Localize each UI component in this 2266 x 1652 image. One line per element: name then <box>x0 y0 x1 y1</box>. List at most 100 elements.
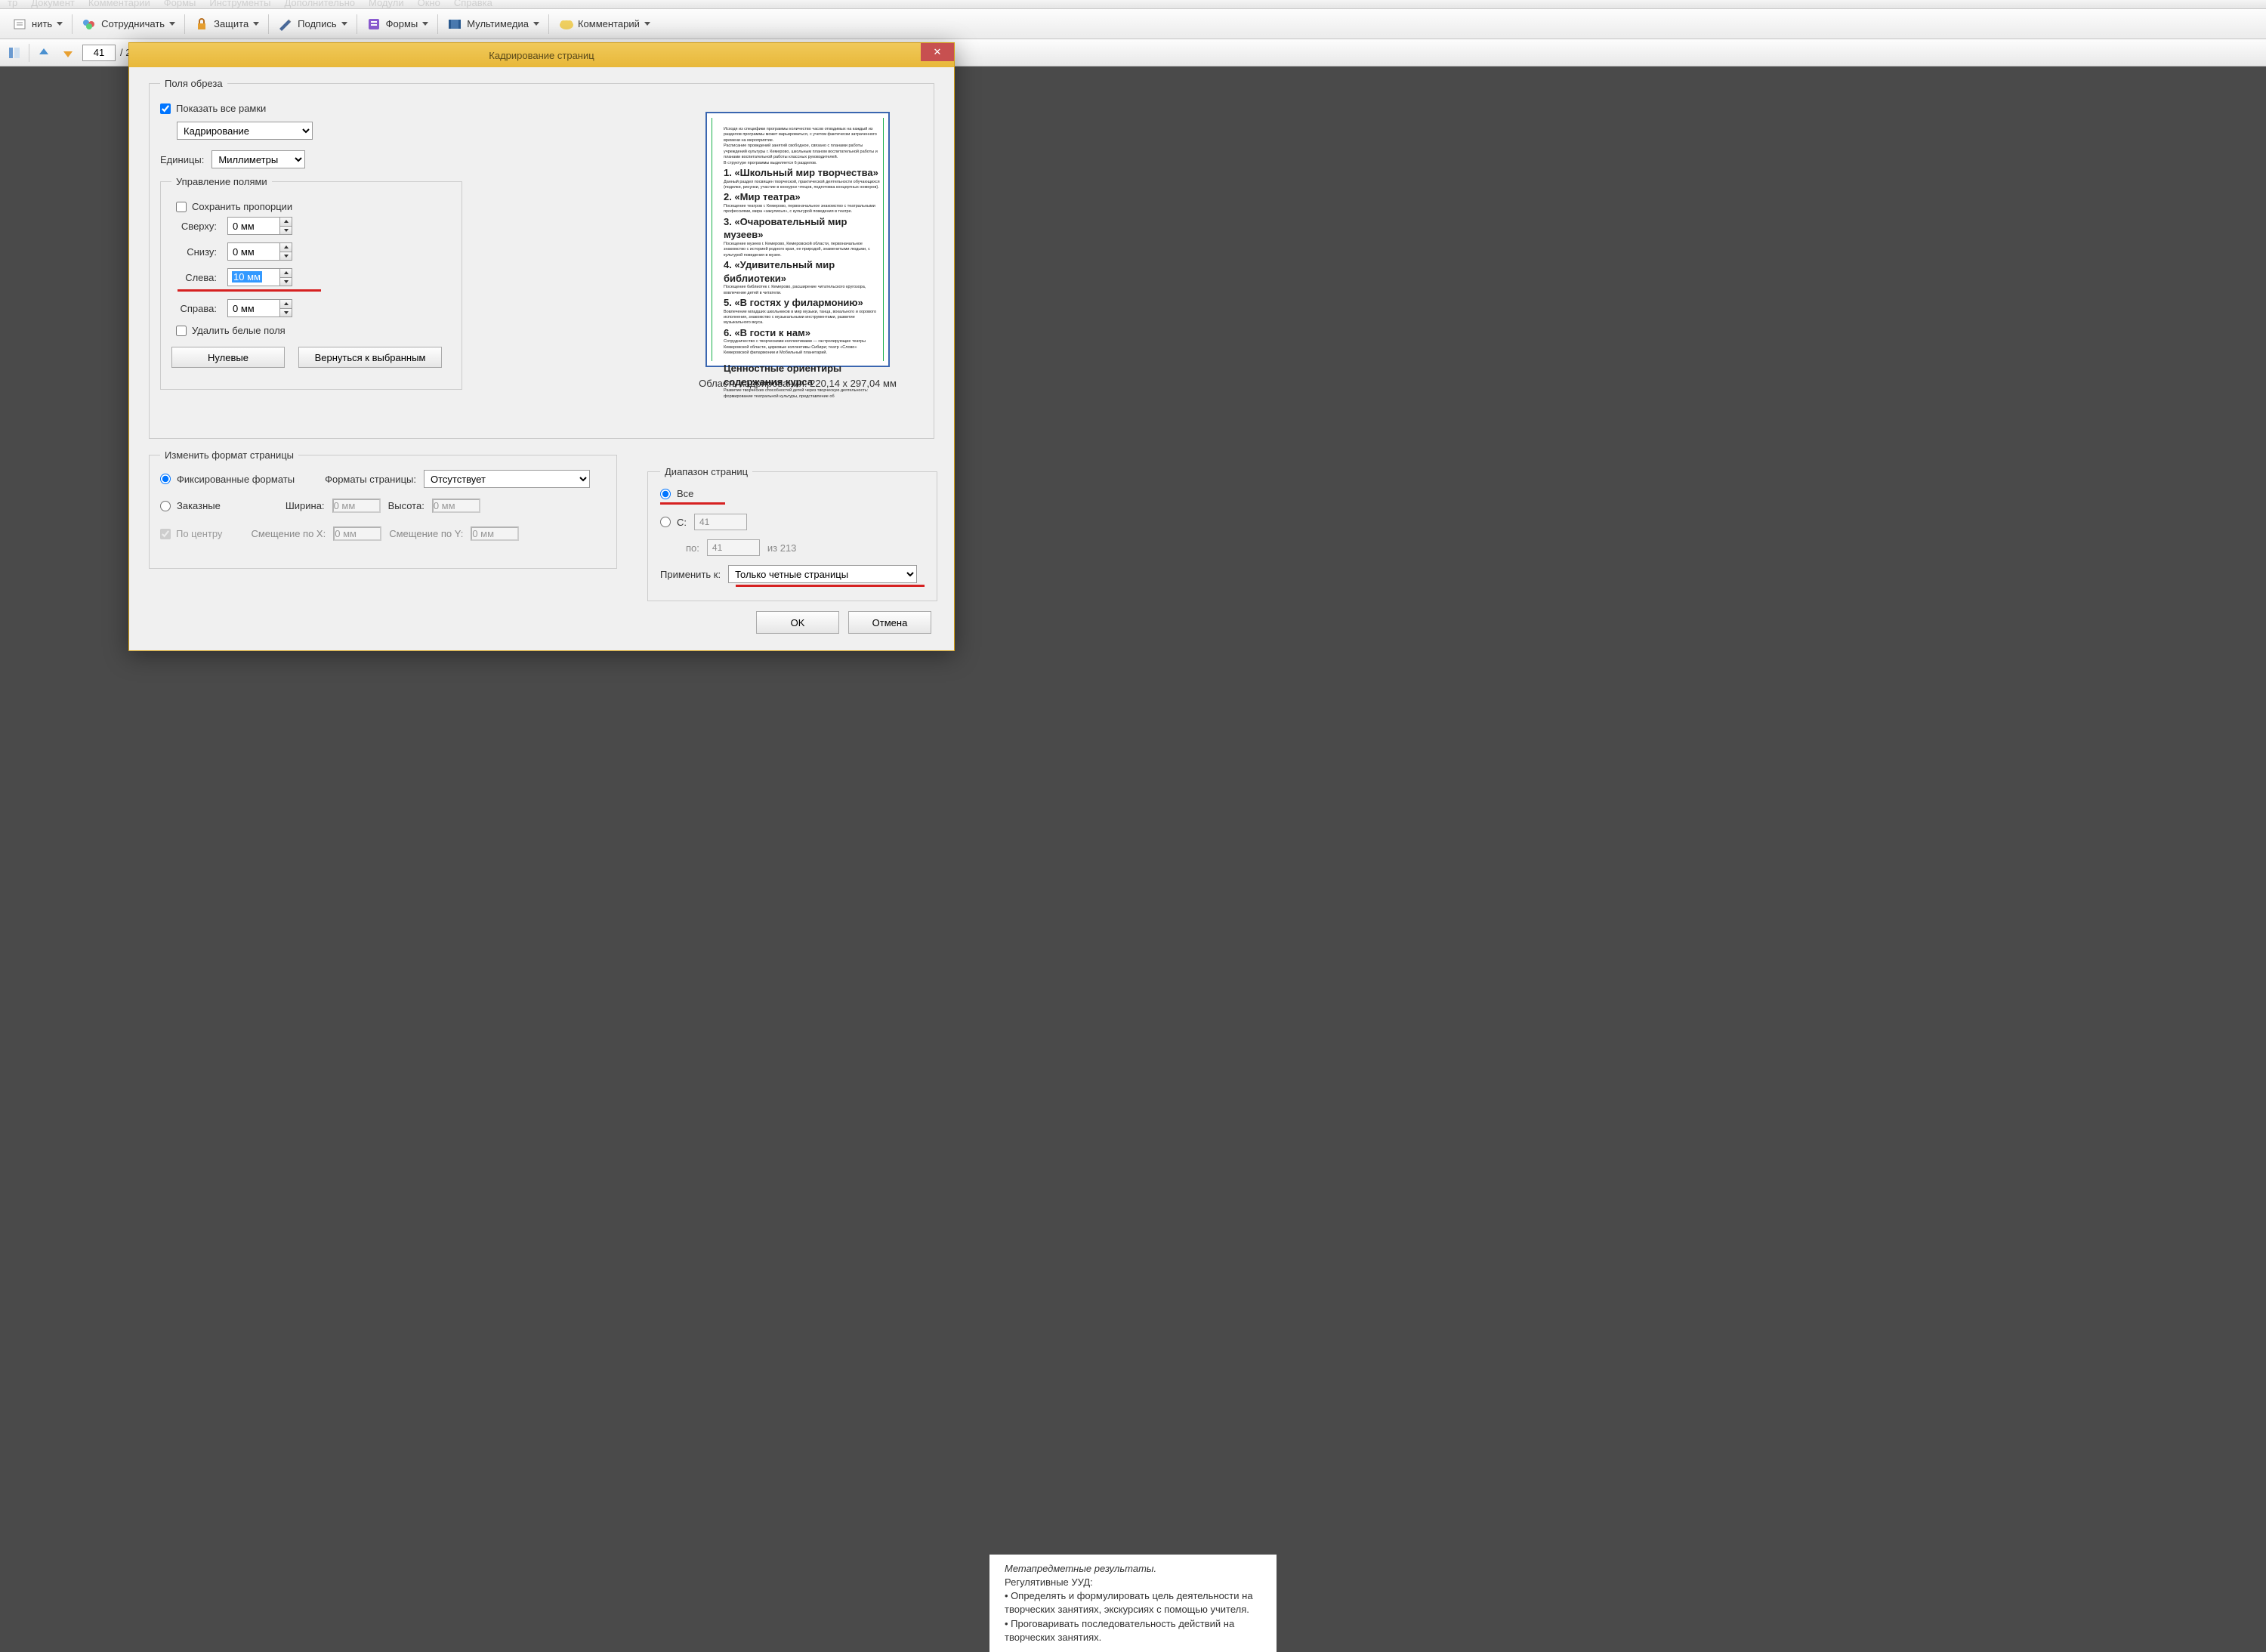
formats-label: Форматы страницы: <box>325 474 416 485</box>
caret-icon <box>341 22 347 26</box>
zero-button[interactable]: Нулевые <box>171 347 285 368</box>
security-label: Защита <box>214 18 249 29</box>
range-from-radio[interactable] <box>660 517 671 527</box>
menubar: трДокументКомментарииФормыИнструментыДоп… <box>0 0 2266 9</box>
collaborate-label: Сотрудничать <box>101 18 165 29</box>
bottom-label: Снизу: <box>171 246 217 258</box>
close-icon: ✕ <box>934 46 942 58</box>
apply-to-label: Применить к: <box>660 569 721 580</box>
red-underline <box>178 289 321 292</box>
crop-fields-legend: Поля обреза <box>160 78 227 89</box>
crop-dialog: Кадрирование страниц ✕ Поля обреза Показ… <box>128 42 955 651</box>
remove-white-checkbox[interactable] <box>176 326 187 336</box>
page-format-legend: Изменить формат страницы <box>160 449 298 461</box>
keep-proportions-label: Сохранить пропорции <box>192 201 292 212</box>
show-all-frames-checkbox[interactable] <box>160 103 171 114</box>
film-icon <box>447 17 462 32</box>
page-range-group-wrap: Диапазон страниц Все С: по: из 213 <box>647 466 934 612</box>
lock-icon <box>194 17 209 32</box>
offset-y-field <box>471 526 519 541</box>
caret-icon <box>533 22 539 26</box>
show-all-frames-label: Показать все рамки <box>176 103 266 114</box>
apply-to-select[interactable]: Только четные страницы <box>728 565 917 583</box>
red-underline <box>736 585 925 587</box>
cancel-button[interactable]: Отмена <box>848 611 931 634</box>
security-button[interactable]: Защита <box>188 14 265 35</box>
custom-formats-radio[interactable] <box>160 501 171 511</box>
convert-label: нить <box>32 18 52 29</box>
offset-x-label: Смещение по X: <box>251 528 326 539</box>
range-from-label: С: <box>677 517 687 528</box>
custom-formats-label: Заказные <box>177 500 221 511</box>
offset-y-label: Смещение по Y: <box>389 528 463 539</box>
range-from-field[interactable] <box>694 514 747 530</box>
forms-button[interactable]: Формы <box>360 14 435 35</box>
center-checkbox <box>160 529 171 539</box>
page-range-group: Диапазон страниц Все С: по: из 213 <box>647 466 937 601</box>
fixed-formats-radio[interactable] <box>160 474 171 484</box>
range-all-radio[interactable] <box>660 489 671 499</box>
left-field-selected-text: 10 мм <box>232 271 262 283</box>
close-button[interactable]: ✕ <box>921 43 954 61</box>
spin-up[interactable] <box>279 300 292 309</box>
page-number-field[interactable] <box>82 45 116 61</box>
crop-type-select[interactable]: Кадрирование <box>177 122 313 140</box>
spin-down[interactable] <box>279 278 292 286</box>
ok-button[interactable]: OK <box>756 611 839 634</box>
width-field <box>332 499 381 513</box>
fixed-formats-label: Фиксированные форматы <box>177 474 295 485</box>
main-toolbar: нить Сотрудничать Защита Подпись Формы М… <box>0 9 2266 39</box>
range-all-label: Все <box>677 488 693 499</box>
caret-icon <box>253 22 259 26</box>
crop-fields-group: Поля обреза Показать все рамки Кадрирова… <box>149 78 934 439</box>
spin-up[interactable] <box>279 218 292 227</box>
formats-select[interactable]: Отсутствует <box>424 470 590 488</box>
caret-icon <box>57 22 63 26</box>
sign-label: Подпись <box>298 18 336 29</box>
top-label: Сверху: <box>171 221 217 232</box>
spin-up[interactable] <box>279 269 292 278</box>
offset-x-field <box>333 526 381 541</box>
convert-button[interactable]: нить <box>6 14 69 35</box>
multimedia-label: Мультимедиа <box>467 18 529 29</box>
spin-down[interactable] <box>279 252 292 261</box>
dialog-title: Кадрирование страниц <box>489 50 594 61</box>
page-range-legend: Диапазон страниц <box>660 466 752 477</box>
preview-pane: Исходя из специфики программы количество… <box>684 112 911 389</box>
nav-up-icon[interactable] <box>34 43 54 63</box>
comment-button[interactable]: Комментарий <box>552 14 656 35</box>
range-of-label: из 213 <box>767 542 797 554</box>
margin-controls-group: Управление полями Сохранить пропорции Св… <box>160 176 462 390</box>
units-select[interactable]: Миллиметры <box>211 150 305 168</box>
revert-button[interactable]: Вернуться к выбранным <box>298 347 442 368</box>
right-label: Справа: <box>171 303 217 314</box>
forms-label: Формы <box>386 18 418 29</box>
spin-up[interactable] <box>279 243 292 252</box>
height-label: Высота: <box>388 500 424 511</box>
center-label: По центру <box>176 528 222 539</box>
nav-down-icon[interactable] <box>58 43 78 63</box>
remove-white-label: Удалить белые поля <box>192 325 286 336</box>
spin-down[interactable] <box>279 227 292 235</box>
forms-icon <box>366 17 381 32</box>
sign-button[interactable]: Подпись <box>272 14 353 35</box>
caret-icon <box>644 22 650 26</box>
left-label: Слева: <box>171 272 217 283</box>
spin-down[interactable] <box>279 309 292 317</box>
red-underline <box>660 502 725 505</box>
margin-controls-legend: Управление полями <box>171 176 272 187</box>
pen-icon <box>278 17 293 32</box>
cloud-icon <box>558 17 573 32</box>
nav-sidebar-icon[interactable] <box>5 43 24 63</box>
preview-page: Исходя из специфики программы количество… <box>705 112 890 367</box>
units-label: Единицы: <box>160 154 204 165</box>
multimedia-button[interactable]: Мультимедиа <box>441 14 545 35</box>
page-format-group: Изменить формат страницы Фиксированные ф… <box>149 449 617 569</box>
caret-icon <box>169 22 175 26</box>
dialog-titlebar: Кадрирование страниц ✕ <box>129 43 954 67</box>
range-to-field[interactable] <box>707 539 760 556</box>
collaborate-button[interactable]: Сотрудничать <box>76 14 181 35</box>
collaborate-icon <box>82 17 97 32</box>
height-field <box>432 499 480 513</box>
keep-proportions-checkbox[interactable] <box>176 202 187 212</box>
